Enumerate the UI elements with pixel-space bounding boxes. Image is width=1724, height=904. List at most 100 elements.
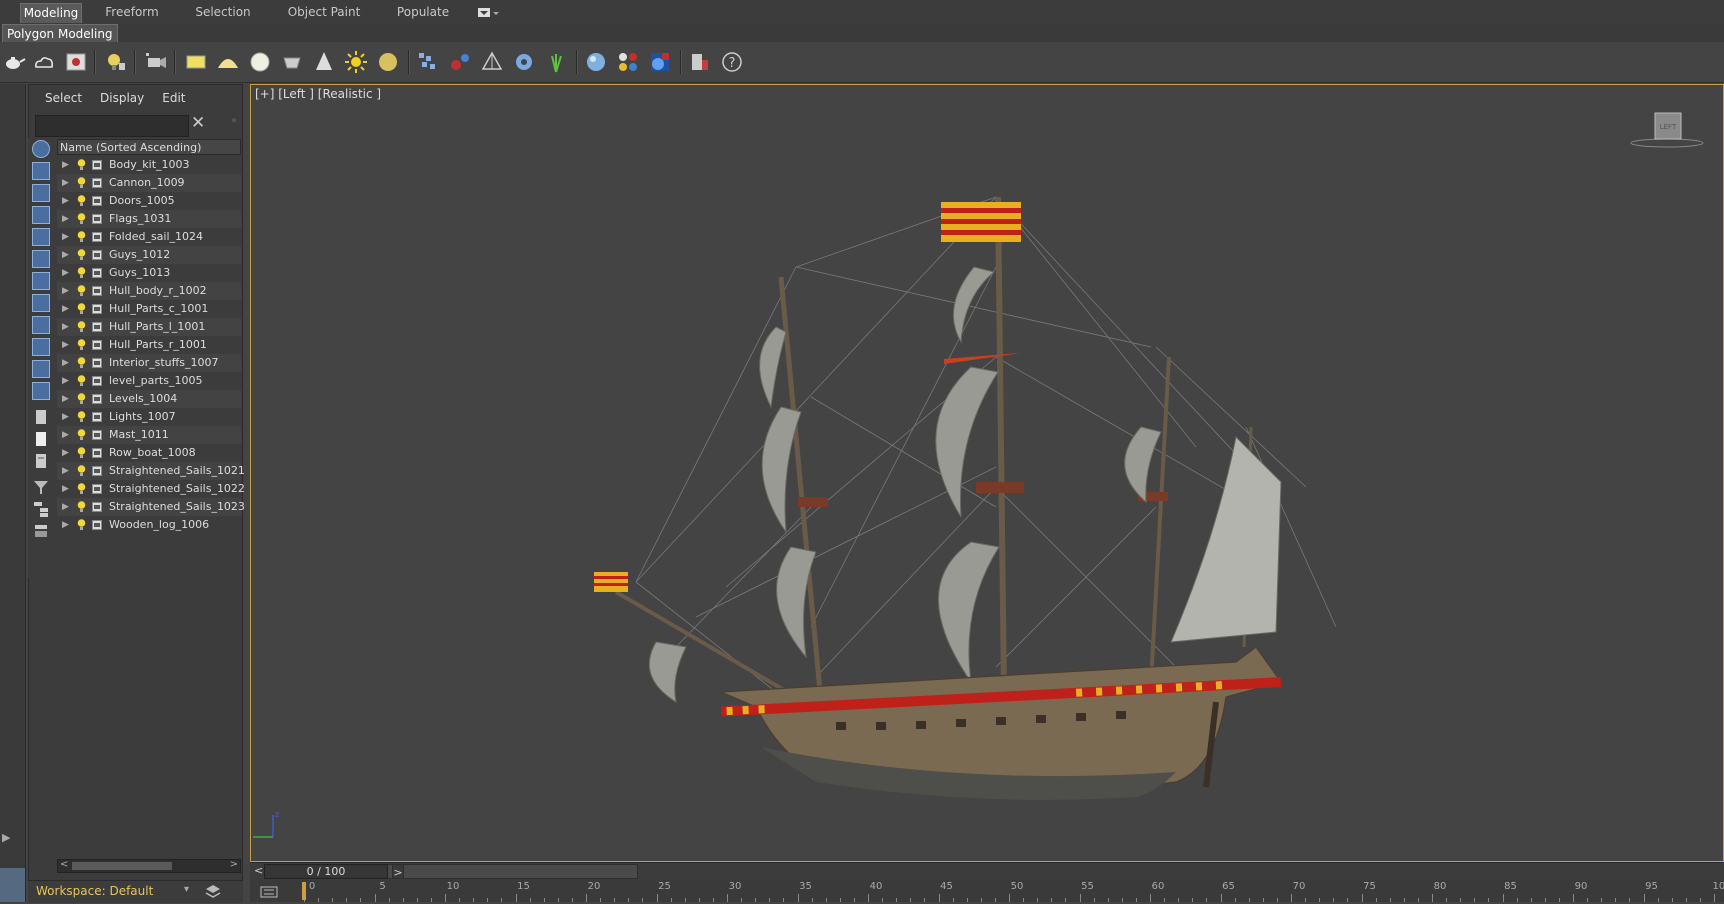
light-bulb-icon[interactable] (77, 429, 86, 441)
current-frame-marker[interactable] (302, 882, 306, 900)
list-item[interactable]: ▶ Body_kit_1003 (57, 156, 241, 174)
visibility-icon[interactable] (92, 250, 102, 260)
tab-populate[interactable]: Populate (390, 3, 456, 22)
tab-object-paint[interactable]: Object Paint (284, 3, 364, 22)
tab-modeling[interactable]: Modeling (20, 3, 82, 23)
visibility-icon[interactable] (92, 466, 102, 476)
list-item[interactable]: ▶ Interior_stuffs_1007 (57, 354, 241, 372)
tab-freeform[interactable]: Freeform (100, 3, 164, 22)
expand-arrow-icon[interactable]: ▶ (62, 282, 69, 300)
teapot-icon[interactable] (2, 50, 26, 74)
visibility-icon[interactable] (92, 358, 102, 368)
visibility-icon[interactable] (92, 484, 102, 494)
menu-display[interactable]: Display (100, 91, 144, 105)
polygon-modeling-panel[interactable]: Polygon Modeling (2, 24, 118, 44)
light-bulb-icon[interactable] (77, 411, 86, 423)
visibility-icon[interactable] (92, 268, 102, 278)
visibility-icon[interactable] (92, 448, 102, 458)
expand-arrow-icon[interactable]: ▶ (62, 300, 69, 318)
previous-frame-button[interactable]: < (254, 864, 263, 877)
expand-arrow-icon[interactable]: ▶ (62, 318, 69, 336)
light-bulb-icon[interactable] (77, 195, 86, 207)
trackbar[interactable]: 0 5 10 15 20 25 30 35 40 45 50 55 60 65 70 75 80 85 90 95 10… (250, 880, 1724, 902)
delete-icon[interactable] (688, 50, 712, 74)
list-item[interactable]: ▶ Flags_1031 (57, 210, 241, 228)
visibility-icon[interactable] (92, 412, 102, 422)
display-spacewarps-icon[interactable] (32, 272, 50, 290)
list-item[interactable]: ▶ level_parts_1005 (57, 372, 241, 390)
horizontal-scrollbar[interactable]: < > (57, 859, 241, 873)
visibility-icon[interactable] (92, 214, 102, 224)
visibility-icon[interactable] (92, 178, 102, 188)
visibility-icon[interactable] (92, 430, 102, 440)
display-lights-icon[interactable] (32, 206, 50, 224)
visibility-icon[interactable] (92, 286, 102, 296)
expand-arrow-icon[interactable]: ▶ (62, 354, 69, 372)
list-item[interactable]: ▶ Straightened_Sails_1022 (57, 480, 245, 498)
display-frozen-icon[interactable] (32, 382, 50, 400)
expand-arrow-icon[interactable]: ▶ (62, 174, 69, 192)
sphere-yellow-icon[interactable] (376, 50, 400, 74)
expand-arrow-icon[interactable]: ▶ (62, 444, 69, 462)
list-item[interactable]: ▶ Wooden_log_1006 (57, 516, 241, 534)
light-bulb-icon[interactable] (77, 177, 86, 189)
light-bulb-icon[interactable] (77, 267, 86, 279)
gear-icon[interactable] (512, 50, 536, 74)
chevron-down-icon[interactable]: ▾ (184, 884, 189, 895)
visibility-icon[interactable] (92, 394, 102, 404)
expand-arrow-icon[interactable]: ▶ (62, 210, 69, 228)
visibility-icon[interactable] (92, 196, 102, 206)
plant-icon[interactable] (544, 50, 568, 74)
cloud-icon[interactable] (32, 50, 56, 74)
tiles-icon[interactable] (416, 50, 440, 74)
atoms-icon[interactable] (448, 50, 472, 74)
list-item[interactable]: ▶ Hull_Parts_r_1001 (57, 336, 241, 354)
visibility-icon[interactable] (92, 322, 102, 332)
list-item[interactable]: ▶ Hull_Parts_c_1001 (57, 300, 241, 318)
curve-editor-icon[interactable] (260, 884, 278, 900)
lamp-shade-icon[interactable] (280, 50, 304, 74)
light-bulb-icon[interactable] (77, 303, 86, 315)
expand-panel-button[interactable]: ▶ (2, 831, 18, 847)
layers-icon[interactable] (32, 522, 50, 540)
expand-arrow-icon[interactable]: ▶ (62, 426, 69, 444)
display-cameras-icon[interactable] (32, 228, 50, 246)
expand-arrow-icon[interactable]: ▶ (62, 156, 69, 174)
light-bulb-icon[interactable] (77, 357, 86, 369)
light-bulb-icon[interactable] (77, 375, 86, 387)
arrow-left-icon[interactable]: < (60, 859, 68, 870)
light-bulb-icon[interactable] (77, 483, 86, 495)
display-xrefs-icon[interactable] (32, 316, 50, 334)
visibility-icon[interactable] (92, 304, 102, 314)
hierarchy-icon[interactable] (32, 500, 50, 518)
globe-icon[interactable] (584, 50, 608, 74)
list-item[interactable]: ▶ Straightened_Sails_1023 (57, 498, 245, 516)
ship-model[interactable] (576, 147, 1376, 827)
light-bulb-icon[interactable] (77, 501, 86, 513)
light-bulb-icon[interactable] (77, 159, 86, 171)
list-item[interactable]: ▶ Straightened_Sails_1021 (57, 462, 245, 480)
light-bulb-icon[interactable] (77, 519, 86, 531)
rectangle-icon[interactable] (184, 50, 208, 74)
expand-arrow-icon[interactable]: ▶ (62, 264, 69, 282)
display-geometry-icon[interactable] (32, 162, 50, 180)
color-dots-icon[interactable] (616, 50, 640, 74)
time-slider-thumb[interactable]: 0 / 100 (264, 864, 388, 879)
ribbon-options-dropdown[interactable] (477, 6, 501, 20)
display-shapes-icon[interactable] (32, 184, 50, 202)
expand-arrow-icon[interactable]: ▶ (62, 246, 69, 264)
expand-arrow-icon[interactable]: ▶ (62, 390, 69, 408)
expand-arrow-icon[interactable]: ▶ (62, 192, 69, 210)
dome-icon[interactable] (216, 50, 240, 74)
list-item[interactable]: ▶ Guys_1012 (57, 246, 241, 264)
cone-icon[interactable] (312, 50, 336, 74)
search-input[interactable] (35, 115, 189, 137)
sun-icon[interactable] (344, 50, 368, 74)
expand-arrow-icon[interactable]: ▶ (62, 372, 69, 390)
expand-arrow-icon[interactable]: ▶ (62, 498, 69, 516)
viewport-label[interactable]: [+] [Left ] [Realistic ] (255, 87, 381, 101)
scrollbar-thumb[interactable] (72, 862, 172, 870)
light-bulb-icon[interactable] (77, 285, 86, 297)
visibility-icon[interactable] (92, 340, 102, 350)
list-item[interactable]: ▶ Hull_body_r_1002 (57, 282, 241, 300)
